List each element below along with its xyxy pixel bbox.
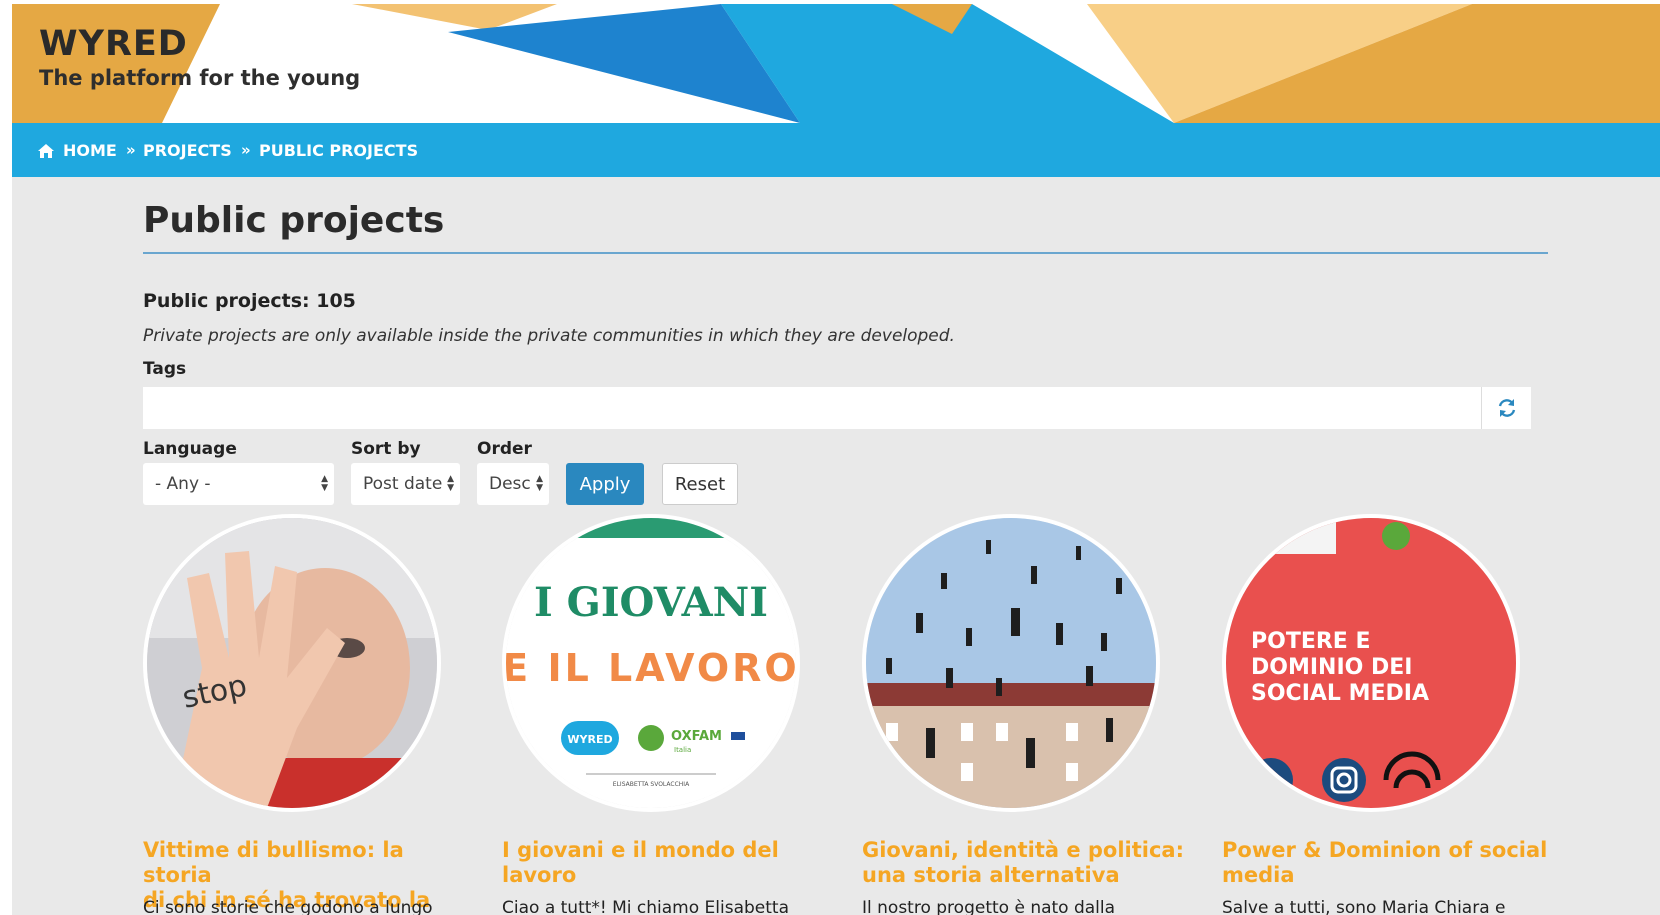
breadcrumb-current: PUBLIC PROJECTS [259, 140, 419, 160]
language-select[interactable]: - Any - ▲ ▼ [143, 463, 334, 505]
project-title-line: Power & Dominion of social [1222, 838, 1548, 862]
site-logo-text[interactable]: WYRED [39, 24, 188, 64]
project-count: Public projects: 105 [143, 290, 356, 312]
order-select-value: Desc [489, 474, 531, 494]
sortby-select-value: Post date [363, 474, 443, 494]
select-arrows-icon: ▲ ▼ [321, 474, 328, 493]
refresh-tags-button[interactable] [1481, 387, 1531, 429]
image-headline: I GIOVANI [534, 579, 768, 626]
image-line: SOCIAL MEDIA [1251, 681, 1429, 706]
reset-button[interactable]: Reset [662, 463, 738, 505]
project-excerpt: Ci sono storie che godono a lungo [143, 898, 433, 915]
page-frame: WYRED The platform for the young HOME » … [12, 4, 1660, 915]
image-line: DOMINIO DEI [1251, 655, 1412, 680]
tags-label: Tags [143, 359, 187, 379]
project-excerpt: Ciao a tutt*! Mi chiamo Elisabetta [502, 898, 790, 915]
project-excerpt: Salve a tutti, sono Maria Chiara e [1222, 898, 1506, 915]
select-arrows-icon: ▲ ▼ [536, 474, 543, 493]
oxfam-logo-text: OXFAM [671, 729, 722, 744]
breadcrumb-separator-icon: » [241, 141, 251, 159]
sortby-select[interactable]: Post date ▲ ▼ [351, 463, 460, 505]
page-title: Public projects [143, 200, 445, 241]
image-footer: ELISABETTA SVOLACCHIA [613, 781, 690, 788]
project-title-link[interactable]: Power & Dominion of social media [1222, 838, 1552, 888]
image-subline: E IL LAVORO [506, 646, 796, 690]
breadcrumb-separator-icon: » [126, 141, 136, 159]
project-title-line: una storia alternativa [862, 863, 1120, 887]
oxfam-sub-text: Italia [674, 746, 691, 754]
wyred-logo-text: WYRED [567, 733, 612, 746]
breadcrumb-projects-link[interactable]: PROJECTS [143, 123, 232, 177]
project-image-golconda[interactable] [862, 514, 1160, 812]
project-title-line: Vittime di bullismo: la storia [143, 838, 404, 887]
sortby-label: Sort by [351, 439, 421, 459]
project-title-line: lavoro [502, 863, 577, 887]
breadcrumb-home-link[interactable]: HOME [63, 123, 117, 177]
select-arrows-icon: ▲ ▼ [447, 474, 454, 493]
tags-input[interactable] [143, 387, 1481, 429]
image-line: POTERE E [1251, 629, 1371, 654]
order-select[interactable]: Desc ▲ ▼ [477, 463, 549, 505]
apply-button[interactable]: Apply [566, 463, 644, 505]
language-select-value: - Any - [155, 474, 211, 494]
banner-graphic [12, 4, 1660, 123]
project-title-line: I giovani e il mondo del [502, 838, 779, 862]
project-title-link[interactable]: Giovani, identità e politica: una storia… [862, 838, 1192, 888]
breadcrumb: HOME » PROJECTS » PUBLIC PROJECTS [12, 123, 1660, 177]
project-title-link[interactable]: I giovani e il mondo del lavoro [502, 838, 832, 888]
project-image-social-media[interactable]: POTERE E DOMINIO DEI SOCIAL MEDIA [1222, 514, 1520, 812]
header-banner: WYRED The platform for the young [12, 4, 1660, 123]
site-tagline: The platform for the young [39, 66, 361, 90]
refresh-icon [1498, 399, 1515, 417]
project-title-line: media [1222, 863, 1295, 887]
language-label: Language [143, 439, 237, 459]
order-label: Order [477, 439, 532, 459]
project-excerpt: Il nostro progetto è nato dalla [862, 898, 1116, 915]
project-title-line: Giovani, identità e politica: [862, 838, 1185, 862]
project-image-bullying[interactable]: stop [143, 514, 441, 812]
private-projects-note: Private projects are only available insi… [143, 326, 955, 346]
title-divider [143, 252, 1548, 254]
home-icon[interactable] [38, 144, 54, 158]
project-image-lavoro[interactable]: I GIOVANI E IL LAVORO WYRED OXFAM Italia… [502, 514, 800, 812]
